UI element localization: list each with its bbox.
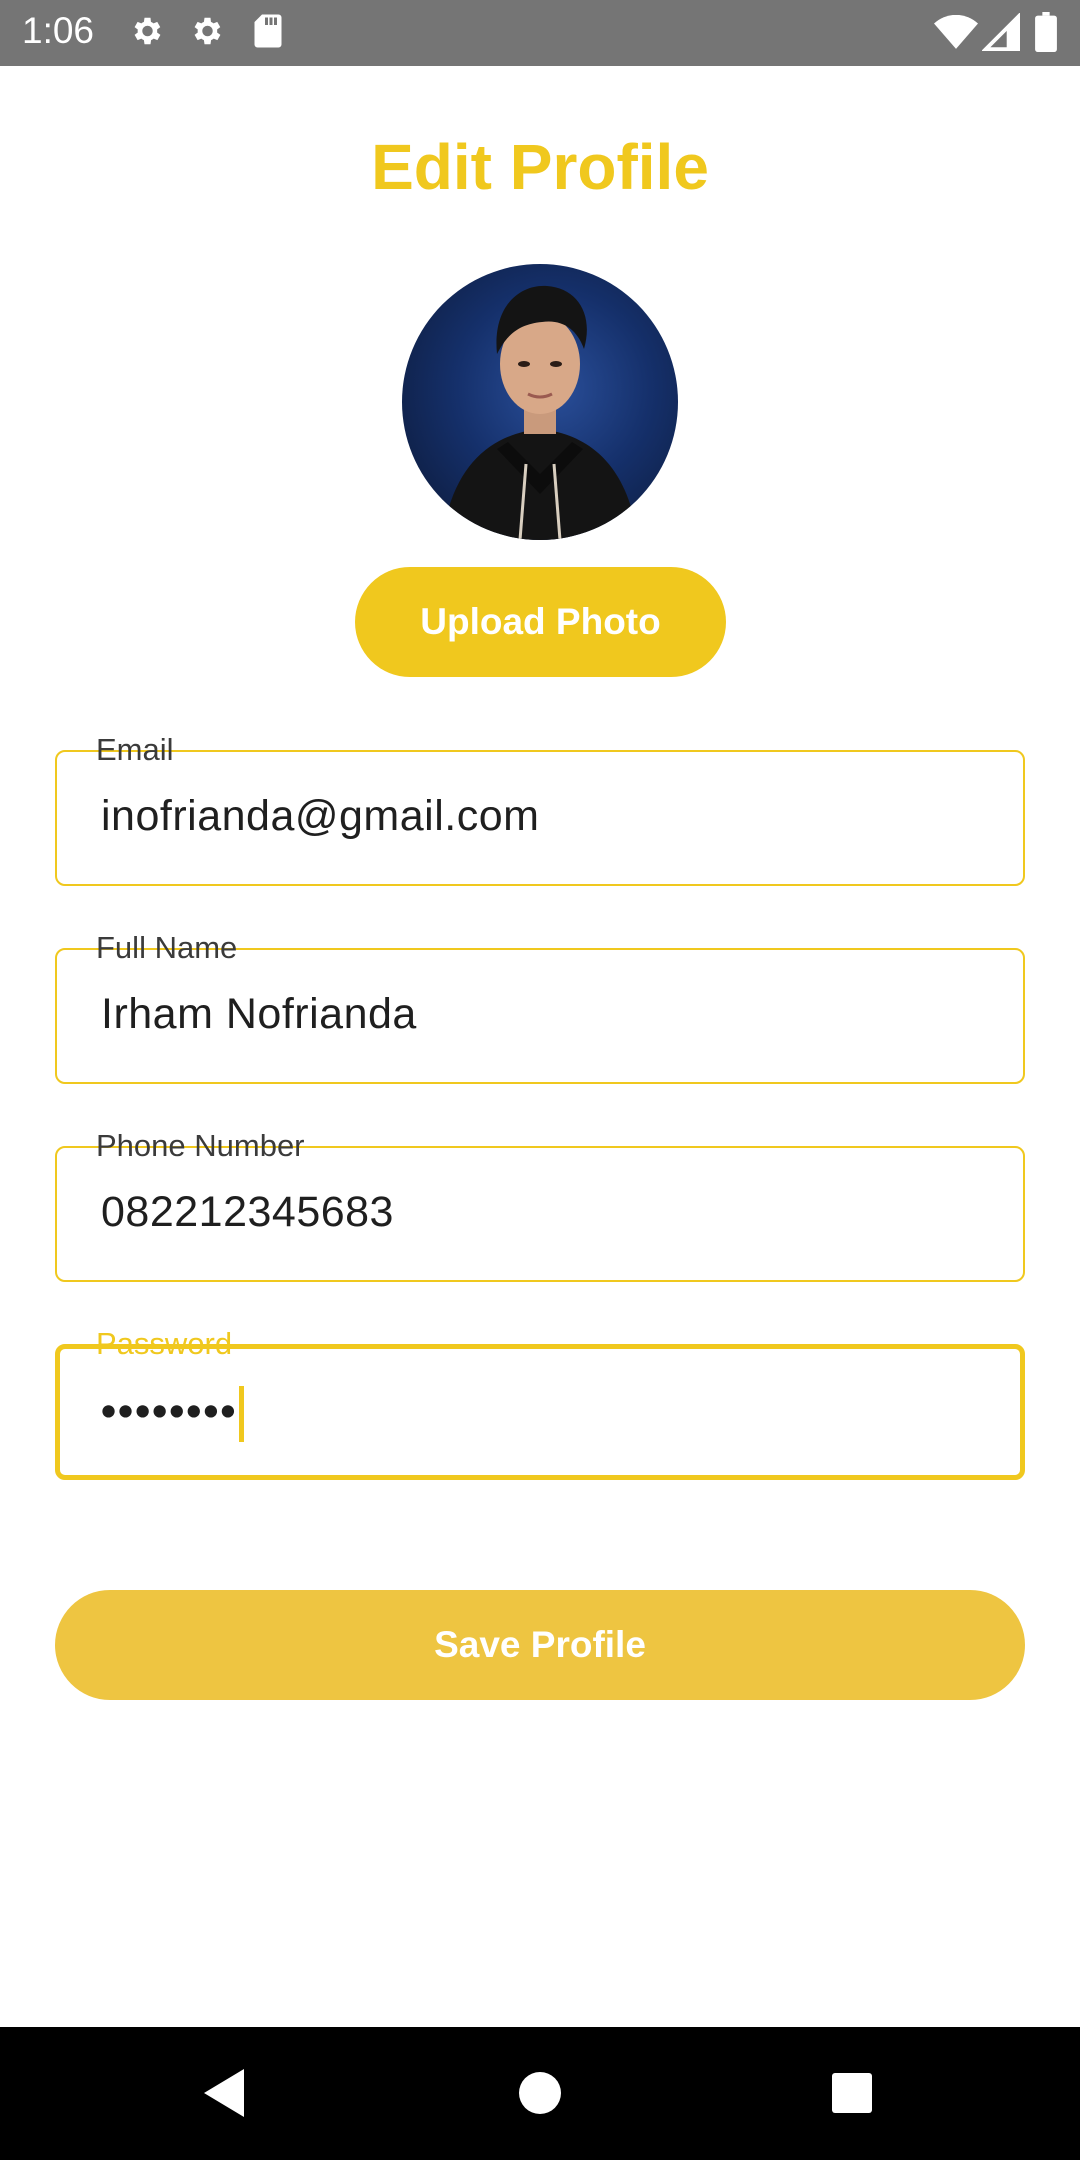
settings-gear-icon <box>128 13 164 54</box>
sd-card-icon <box>252 13 284 54</box>
email-field[interactable]: inofrianda@gmail.com <box>55 750 1025 886</box>
settings-gear-icon <box>188 13 224 54</box>
full-name-label: Full Name <box>96 930 238 965</box>
upload-photo-button[interactable]: Upload Photo <box>355 567 726 677</box>
password-dots: •••••••• <box>101 1387 238 1436</box>
phone-number-label: Phone Number <box>96 1128 305 1163</box>
password-field[interactable]: •••••••• <box>55 1344 1025 1480</box>
profile-photo <box>442 285 638 540</box>
email-value[interactable]: inofrianda@gmail.com <box>101 792 539 841</box>
text-cursor <box>239 1386 245 1442</box>
signal-icon <box>981 12 1020 56</box>
password-label: Password <box>96 1326 233 1361</box>
recents-icon[interactable] <box>828 2067 876 2124</box>
status-bar: 1:06 <box>0 0 1080 66</box>
password-value[interactable]: •••••••• <box>101 1386 245 1442</box>
page-title: Edit Profile <box>371 131 709 203</box>
wifi-icon <box>934 14 978 54</box>
phone-number-field[interactable]: 082212345683 <box>55 1146 1025 1282</box>
navigation-bar <box>0 2027 1080 2160</box>
full-name-value[interactable]: Irham Nofrianda <box>101 990 417 1039</box>
home-icon[interactable] <box>516 2067 564 2124</box>
back-icon[interactable] <box>200 2067 248 2124</box>
phone-number-value[interactable]: 082212345683 <box>101 1188 394 1237</box>
battery-icon <box>1035 12 1057 57</box>
save-profile-button[interactable]: Save Profile <box>55 1590 1025 1700</box>
avatar[interactable] <box>402 264 678 540</box>
status-time: 1:06 <box>22 10 95 51</box>
email-label: Email <box>96 732 174 767</box>
full-name-field[interactable]: Irham Nofrianda <box>55 948 1025 1084</box>
